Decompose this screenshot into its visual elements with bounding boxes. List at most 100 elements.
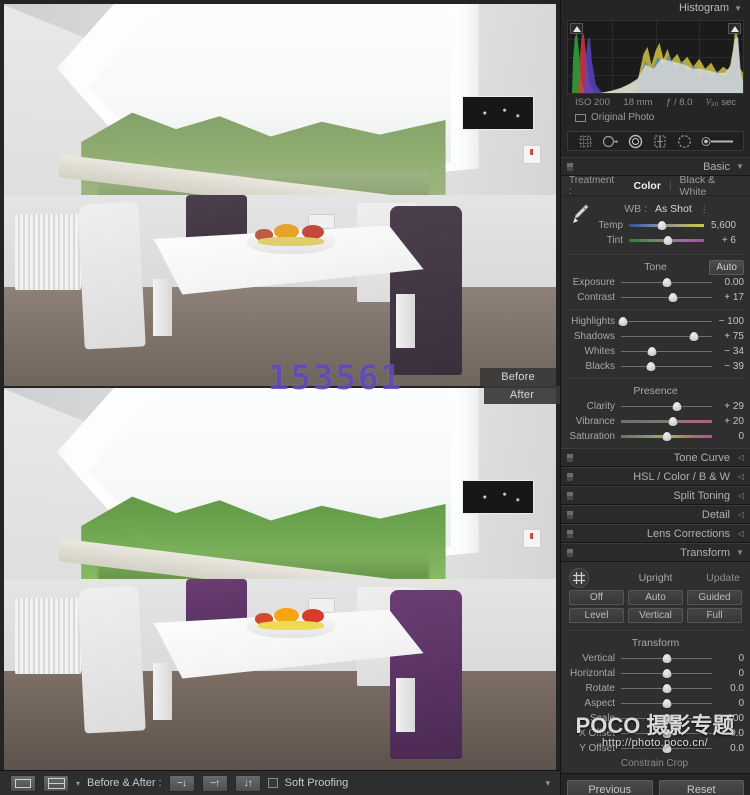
slider-saturation[interactable]: Saturation 0 [561, 429, 750, 444]
slider-blacks[interactable]: Blacks − 39 [561, 359, 750, 374]
slider-knob[interactable] [662, 278, 671, 287]
lens-corrections-panel-header[interactable]: Lens Corrections ◁ [561, 525, 750, 543]
slider-value[interactable]: 0 [712, 668, 744, 679]
slider-exposure[interactable]: Exposure 0.00 [561, 275, 750, 290]
after-photo-pane[interactable] [4, 388, 556, 770]
slider-tint[interactable]: Tint + 6 [569, 233, 742, 248]
slider-vibrance[interactable]: Vibrance + 20 [561, 414, 750, 429]
chevron-left-icon[interactable]: ◁ [738, 506, 744, 524]
copy-after-to-before-button[interactable]: −↑ [201, 774, 228, 792]
spot-removal-tool[interactable] [600, 132, 620, 150]
slider-shadows[interactable]: Shadows + 75 [561, 329, 750, 344]
slider-knob[interactable] [668, 293, 678, 302]
highlight-clipping-icon[interactable] [728, 23, 741, 34]
panel-switch-icon[interactable] [566, 472, 574, 482]
histogram-panel-header[interactable]: Histogram ▼ [561, 0, 750, 16]
soft-proofing-checkbox[interactable] [267, 778, 278, 788]
previous-button[interactable]: Previous [567, 780, 653, 795]
slider-rotate[interactable]: Rotate 0.0 [561, 681, 750, 696]
panel-switch-icon[interactable] [566, 162, 574, 172]
loupe-view-icon[interactable] [10, 774, 36, 792]
slider-knob[interactable] [662, 744, 671, 753]
hsl-color-bw-panel-header[interactable]: HSL / Color / B & W ◁ [561, 468, 750, 486]
detail-panel-header[interactable]: Detail ◁ [561, 506, 750, 524]
upright-guides-icon[interactable] [569, 568, 589, 588]
slider-knob[interactable] [657, 221, 667, 230]
slider-value[interactable]: + 20 [712, 416, 744, 427]
adjustment-brush-tool[interactable] [700, 132, 736, 150]
slider-knob[interactable] [662, 714, 671, 723]
upright-auto-button[interactable]: Auto [628, 590, 683, 605]
chevron-left-icon[interactable]: ◁ [738, 525, 744, 543]
white-balance-selector-icon[interactable] [569, 202, 591, 228]
upright-vertical-button[interactable]: Vertical [628, 608, 683, 623]
chevron-down-icon[interactable]: ▾ [76, 779, 80, 788]
slider-knob[interactable] [646, 362, 656, 371]
before-photo-pane[interactable]: Before [4, 4, 556, 386]
slider-knob[interactable] [618, 317, 628, 326]
slider-knob[interactable] [663, 236, 673, 245]
swap-before-after-button[interactable]: ↓↑ [234, 774, 261, 792]
slider-value[interactable]: 0.0 [712, 728, 744, 739]
slider-scale[interactable]: Scale 100 [561, 711, 750, 726]
slider-whites[interactable]: Whites − 34 [561, 344, 750, 359]
upright-update-button[interactable]: Update [706, 572, 740, 584]
before-after-viewer[interactable]: Before After 153561 [0, 0, 560, 770]
slider-aspect[interactable]: Aspect 0 [561, 696, 750, 711]
slider-value[interactable]: + 75 [712, 331, 744, 342]
chevron-left-icon[interactable]: ◁ [738, 468, 744, 486]
shadow-clipping-icon[interactable] [570, 23, 583, 34]
slider-y-offset[interactable]: Y Offset 0.0 [561, 741, 750, 756]
slider-highlights[interactable]: Highlights − 100 [561, 314, 750, 329]
chevron-down-icon[interactable]: ▼ [734, 4, 742, 13]
basic-panel-header[interactable]: Basic ▼ [561, 158, 750, 176]
toolbar-chevron-down-icon[interactable]: ▾ [545, 778, 550, 789]
slider-value[interactable]: − 100 [712, 316, 744, 327]
slider-knob[interactable] [662, 654, 671, 663]
slider-value[interactable]: + 29 [712, 401, 744, 412]
treatment-option-color[interactable]: Color [634, 180, 661, 192]
slider-temp[interactable]: Temp 5,600 [569, 218, 742, 233]
chevron-down-icon[interactable]: ▼ [736, 158, 744, 176]
tone-curve-panel-header[interactable]: Tone Curve ◁ [561, 449, 750, 467]
wb-value[interactable]: As Shot [655, 203, 692, 215]
original-photo-row[interactable]: Original Photo [567, 108, 744, 129]
graduated-filter-tool[interactable] [650, 132, 670, 150]
slider-contrast[interactable]: Contrast + 17 [561, 290, 750, 305]
reset-button[interactable]: Reset [658, 780, 744, 795]
chevron-left-icon[interactable]: ◁ [738, 487, 744, 505]
slider-value[interactable]: + 6 [704, 235, 736, 246]
slider-knob[interactable] [662, 699, 671, 708]
panel-switch-icon[interactable] [566, 548, 574, 558]
split-toning-panel-header[interactable]: Split Toning ◁ [561, 487, 750, 505]
panel-switch-icon[interactable] [566, 529, 574, 539]
slider-value[interactable]: 0 [712, 431, 744, 442]
red-eye-correction-tool[interactable] [625, 132, 645, 150]
before-after-split-icon[interactable] [43, 774, 69, 792]
panel-switch-icon[interactable] [566, 453, 574, 463]
upright-full-button[interactable]: Full [687, 608, 742, 623]
slider-knob[interactable] [662, 684, 671, 693]
slider-value[interactable]: − 39 [712, 361, 744, 372]
chevron-left-icon[interactable]: ◁ [738, 449, 744, 467]
slider-value[interactable]: + 17 [712, 292, 744, 303]
slider-value[interactable]: − 34 [712, 346, 744, 357]
upright-off-button[interactable]: Off [569, 590, 624, 605]
slider-value[interactable]: 0.0 [712, 683, 744, 694]
copy-before-to-after-button[interactable]: −↓ [168, 774, 195, 792]
slider-value[interactable]: 0.0 [712, 743, 744, 754]
white-balance-row[interactable]: WB : As Shot ⋮ [569, 200, 742, 218]
slider-value[interactable]: 0 [712, 653, 744, 664]
slider-value[interactable]: 0 [712, 698, 744, 709]
slider-value[interactable]: 5,600 [704, 220, 736, 231]
upright-guided-button[interactable]: Guided [687, 590, 742, 605]
slider-knob[interactable] [672, 402, 681, 411]
histogram-graph[interactable] [567, 20, 744, 94]
crop-overlay-tool[interactable] [575, 132, 595, 150]
slider-horizontal[interactable]: Horizontal 0 [561, 666, 750, 681]
upright-level-button[interactable]: Level [569, 608, 624, 623]
slider-knob[interactable] [668, 417, 678, 426]
panel-switch-icon[interactable] [566, 491, 574, 501]
treatment-option-black-and-white[interactable]: Black & White [680, 174, 742, 198]
slider-knob[interactable] [662, 432, 671, 441]
